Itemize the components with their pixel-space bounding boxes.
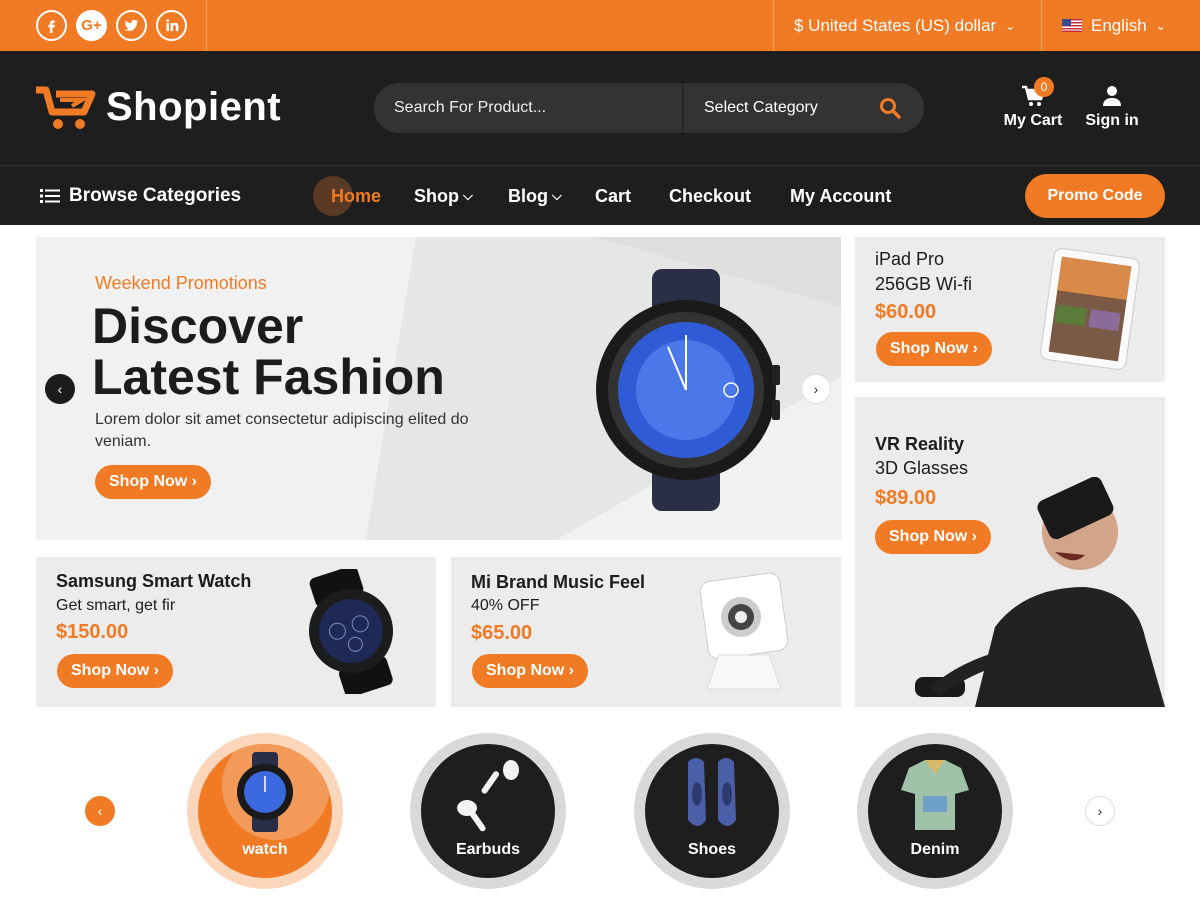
nav-cart-label: Cart bbox=[595, 186, 632, 206]
currency-selector[interactable]: $ United States (US) dollar ⌄ bbox=[794, 0, 1015, 51]
main-nav: Browse Categories Home Shop ⌵ Blog ⌵ Cart … bbox=[0, 165, 1200, 225]
google-plus-icon[interactable]: G+ bbox=[76, 10, 107, 41]
browse-label: Browse Categories bbox=[69, 185, 242, 206]
samsung-shop-now-button[interactable]: Shop Now › bbox=[57, 654, 173, 688]
ipad-title-line2: 256GB Wi-fi bbox=[875, 274, 973, 294]
ipad-shop-now-button[interactable]: Shop Now › bbox=[876, 332, 992, 366]
chevron-down-icon: ⌄ bbox=[1005, 18, 1016, 33]
divider bbox=[206, 0, 207, 51]
denim-icon bbox=[901, 760, 969, 830]
shoes-icon bbox=[688, 758, 736, 826]
promo-card-mi: Mi Brand Music Feel 40% OFF $65.00 Shop … bbox=[451, 557, 841, 707]
speaker-image bbox=[699, 572, 789, 690]
chevron-down-icon: ⌄ bbox=[1155, 18, 1166, 33]
search-input[interactable] bbox=[374, 83, 682, 133]
nav-cart[interactable]: Cart bbox=[595, 166, 631, 226]
nav-home-label: Home bbox=[331, 186, 382, 206]
category-select[interactable]: Select Category bbox=[704, 83, 818, 133]
chevron-down-icon: ⌵ bbox=[552, 188, 562, 203]
user-icon bbox=[1103, 86, 1121, 106]
top-bar: G+ $ United States (US) dollar ⌄ English… bbox=[0, 0, 1200, 51]
nav-checkout[interactable]: Checkout bbox=[669, 166, 751, 226]
nav-checkout-label: Checkout bbox=[669, 186, 752, 206]
cart-button[interactable]: My Cart bbox=[1000, 77, 1066, 130]
divider bbox=[773, 0, 774, 51]
watch-icon bbox=[237, 752, 293, 832]
category-denim-label: Denim bbox=[910, 841, 960, 858]
hero-slider: Weekend Promotions Discover Latest Fashi… bbox=[36, 237, 841, 540]
mi-shop-now-button[interactable]: Shop Now › bbox=[472, 654, 588, 688]
logo-text[interactable]: Shopient bbox=[106, 85, 281, 130]
nav-my-account-label: My Account bbox=[790, 186, 892, 206]
signin-label: Sign in bbox=[1085, 112, 1139, 129]
divider bbox=[682, 83, 684, 133]
category-earbuds[interactable]: Earbuds bbox=[410, 733, 566, 889]
hero-kicker: Weekend Promotions bbox=[95, 273, 267, 293]
ipad-shop-now-label: Shop Now bbox=[890, 340, 969, 357]
samsung-subtitle: Get smart, get fir bbox=[56, 597, 176, 614]
nav-blog-label: Blog bbox=[508, 186, 548, 206]
chevron-down-icon: ⌵ bbox=[463, 188, 473, 203]
hero-shop-now-label: Shop Now bbox=[109, 473, 188, 490]
promo-card-vr: VR Reality 3D Glasses $89.00 Shop Now › bbox=[855, 397, 1165, 707]
logo-cart-icon[interactable] bbox=[34, 86, 98, 132]
signin-button[interactable]: Sign in bbox=[1082, 77, 1142, 130]
hero-description: Lorem dolor sit amet consectetur adipisc… bbox=[95, 411, 469, 450]
hero-title-line1: Discover bbox=[92, 298, 304, 354]
us-flag-icon bbox=[1062, 19, 1082, 32]
nav-shop-label: Shop bbox=[414, 186, 459, 206]
mi-shop-now-label: Shop Now bbox=[486, 662, 565, 679]
nav-shop[interactable]: Shop ⌵ bbox=[414, 166, 473, 226]
mi-title: Mi Brand Music Feel bbox=[471, 572, 646, 592]
currency-label: $ United States (US) dollar bbox=[794, 15, 997, 35]
twitter-icon[interactable] bbox=[116, 10, 147, 41]
hero-next-button[interactable]: › bbox=[801, 374, 831, 404]
search-icon[interactable] bbox=[878, 96, 902, 120]
mi-subtitle: 40% OFF bbox=[471, 597, 540, 614]
ipad-price: $60.00 bbox=[875, 301, 937, 323]
browse-categories-button[interactable]: Browse Categories bbox=[40, 166, 241, 226]
promo-code-button[interactable]: Promo Code bbox=[1025, 174, 1165, 218]
hero-title-line2: Latest Fashion bbox=[92, 349, 445, 405]
search-bar: Select Category bbox=[374, 83, 924, 133]
vr-person-image bbox=[915, 477, 1165, 707]
hero-shop-now-button[interactable]: Shop Now › bbox=[95, 465, 211, 499]
ipad-image bbox=[1040, 248, 1140, 370]
hero-title: Discover Latest Fashion bbox=[92, 301, 445, 403]
category-shoes-label: Shoes bbox=[687, 841, 736, 858]
category-watch-label: watch bbox=[242, 841, 288, 858]
promo-card-ipad: iPad Pro 256GB Wi-fi $60.00 Shop Now › bbox=[855, 237, 1165, 382]
samsung-watch-image bbox=[309, 569, 393, 694]
ipad-title-line1: iPad Pro bbox=[875, 249, 945, 269]
hero-prev-button[interactable]: ‹ bbox=[45, 374, 75, 404]
linkedin-icon[interactable] bbox=[156, 10, 187, 41]
category-next-button[interactable]: › bbox=[1085, 796, 1115, 826]
cart-count-badge: 0 bbox=[1034, 77, 1054, 97]
earbuds-icon bbox=[457, 760, 519, 832]
list-icon bbox=[40, 189, 60, 203]
divider bbox=[1041, 0, 1042, 51]
facebook-icon[interactable] bbox=[36, 10, 67, 41]
category-prev-button[interactable]: ‹ bbox=[85, 796, 115, 826]
nav-home[interactable]: Home bbox=[331, 166, 381, 226]
nav-my-account[interactable]: My Account bbox=[790, 166, 891, 226]
smart-watch-image bbox=[596, 269, 780, 511]
category-shoes[interactable]: Shoes bbox=[634, 733, 790, 889]
category-denim[interactable]: Denim bbox=[857, 733, 1013, 889]
vr-title-line1: VR Reality bbox=[875, 434, 965, 454]
language-selector[interactable]: English ⌄ bbox=[1062, 0, 1166, 51]
samsung-price: $150.00 bbox=[56, 621, 129, 643]
cart-label: My Cart bbox=[1003, 112, 1063, 129]
samsung-shop-now-label: Shop Now bbox=[71, 662, 150, 679]
vr-title-line2: 3D Glasses bbox=[875, 458, 969, 478]
category-earbuds-label: Earbuds bbox=[455, 841, 520, 858]
samsung-title: Samsung Smart Watch bbox=[56, 571, 252, 591]
category-watch[interactable]: watch bbox=[187, 733, 343, 889]
nav-blog[interactable]: Blog ⌵ bbox=[508, 166, 562, 226]
header: Shopient Select Category My Cart 0 Sign … bbox=[0, 51, 1200, 165]
mi-price: $65.00 bbox=[471, 622, 533, 644]
language-label: English bbox=[1091, 15, 1147, 35]
promo-card-samsung: Samsung Smart Watch Get smart, get fir $… bbox=[36, 557, 436, 707]
